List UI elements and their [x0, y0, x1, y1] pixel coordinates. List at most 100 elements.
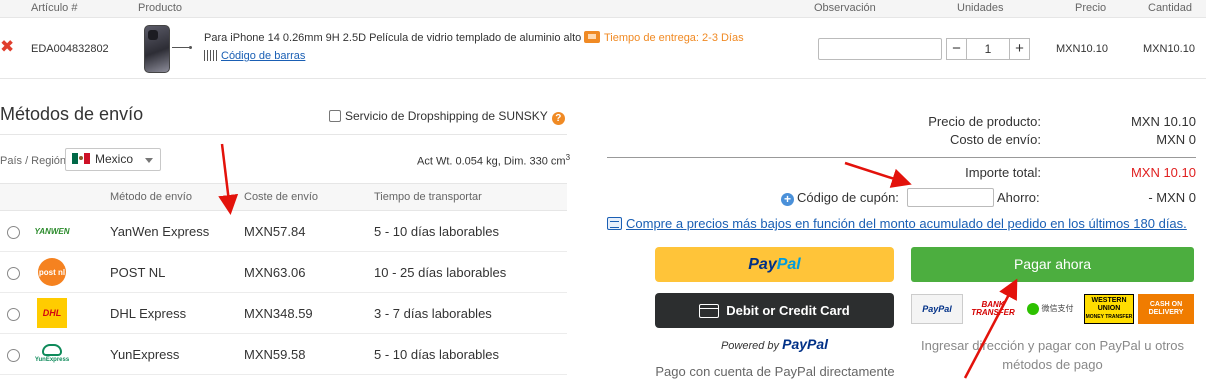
item-price: MXN10.10 — [1056, 43, 1108, 55]
pay-now-button[interactable]: Pagar ahora — [911, 247, 1194, 282]
coupon-label[interactable]: Código de cupón: — [797, 190, 899, 205]
wechat-icon — [1026, 303, 1039, 315]
paypal-logo-pay: Pay — [748, 255, 777, 273]
paypal-method-logo: PayPal — [911, 294, 963, 324]
col-units-header: Unidades — [957, 2, 1004, 14]
barcode-link[interactable]: Código de barras — [221, 50, 305, 62]
col-quantity-header: Cantidad — [1148, 2, 1193, 14]
shipping-cost: MXN348.59 — [244, 306, 313, 321]
paypal-note: Pago con cuenta de PayPal directamente — [655, 364, 895, 379]
observation-input[interactable] — [818, 38, 942, 60]
barcode-link-wrap[interactable]: Código de barras — [204, 50, 305, 62]
shipping-radio[interactable] — [7, 267, 20, 280]
decrease-quantity-button[interactable]: − — [947, 39, 967, 59]
product-thumbnail-line — [172, 46, 192, 49]
country-select[interactable]: Mexico — [65, 148, 161, 171]
shipping-time: 5 - 10 días laborables — [374, 224, 500, 239]
shipping-time: 3 - 7 días laborables — [374, 306, 492, 321]
debit-credit-card-button[interactable]: Debit or Credit Card — [655, 293, 894, 328]
cash-on-delivery-logo: CASH ON DELIVERY — [1138, 294, 1194, 324]
total-label: Importe total: — [965, 165, 1041, 180]
shipping-time: 10 - 25 días laborables — [374, 265, 507, 280]
quantity-stepper[interactable]: − 1 + — [946, 38, 1030, 60]
savings-value: - MXN 0 — [1148, 190, 1196, 205]
help-icon[interactable]: ? — [551, 112, 565, 125]
delivery-time: Tiempo de entrega: 2-3 Días — [584, 31, 744, 44]
shipping-cost: MXN59.58 — [244, 347, 306, 362]
calculator-icon — [607, 217, 622, 230]
savings-label: Ahorro: — [997, 190, 1040, 205]
delivery-time-text: Tiempo de entrega: 2-3 Días — [604, 32, 744, 44]
shipping-radio[interactable] — [7, 349, 20, 362]
shipping-cost-label: Costo de envío: — [949, 132, 1041, 147]
mexico-flag-icon — [72, 153, 90, 164]
payment-methods-logos: PayPal BANK TRANSFER 微信支付 WESTERN UNION M… — [911, 294, 1194, 324]
dropshipping-option[interactable]: Servicio de Dropshipping de SUNSKY? — [329, 109, 565, 125]
western-union-logo: WESTERN UNION MONEY TRANSFER — [1084, 294, 1134, 324]
package-weight-text: Act Wt. 0.054 kg, Dim. 330 cm — [417, 155, 566, 168]
total-value: MXN 10.10 — [1130, 165, 1196, 180]
shipping-cost: MXN63.06 — [244, 265, 306, 280]
yunexpress-logo: YunExpress — [34, 340, 70, 366]
shipping-method-name: YunExpress — [110, 347, 180, 362]
col-time-header: Tiempo de transportar — [374, 191, 482, 203]
shipping-method-name: YanWen Express — [110, 224, 210, 239]
western-union-subtext: MONEY TRANSFER — [1085, 314, 1133, 320]
item-subtotal: MXN10.10 — [1143, 43, 1195, 55]
col-article-header: Artículo # — [31, 2, 78, 14]
summary-divider — [607, 157, 1196, 158]
cloud-icon — [42, 343, 62, 356]
wechat-pay-text: 微信支付 — [1041, 304, 1074, 313]
shipping-time: 5 - 10 días laborables — [374, 347, 500, 362]
col-product-header: Producto — [138, 2, 183, 14]
shipping-methods-title: Métodos de envío — [0, 104, 144, 124]
divider — [0, 134, 567, 135]
card-button-label: Debit or Credit Card — [726, 303, 850, 318]
compare-prices-link[interactable]: Compre a precios más bajos en función de… — [626, 216, 1187, 231]
powered-by-text: Powered by — [720, 340, 780, 352]
postnl-logo: post nl — [38, 258, 66, 286]
item-sku: EDA004832802 — [31, 43, 109, 55]
powered-by-brand: PayPal — [782, 336, 829, 352]
col-observation-header: Observación — [814, 2, 876, 14]
arrow-to-coupon — [844, 161, 912, 188]
barcode-icon — [204, 50, 218, 61]
dropshipping-label[interactable]: Servicio de Dropshipping de SUNSKY — [345, 109, 548, 123]
dhl-logo: DHL — [37, 298, 67, 328]
payment-methods-note: Ingresar dirección y pagar con PayPal u … — [920, 338, 1185, 372]
region-label: País / Región: — [0, 155, 70, 167]
col-method-header: Método de envío — [110, 191, 192, 203]
col-price-header: Precio — [1075, 2, 1107, 14]
truck-icon — [584, 31, 600, 43]
yunexpress-logo-text: YunExpress — [34, 356, 70, 363]
western-union-text: WESTERN UNION — [1091, 297, 1127, 312]
product-price-label: Precio de producto: — [928, 114, 1041, 129]
yanwen-logo: YANWEN — [34, 226, 70, 236]
item-title[interactable]: Para iPhone 14 0.26mm 9H 2.5D Película d… — [204, 32, 581, 44]
coupon-label-wrap[interactable]: + Código de cupón: — [781, 190, 899, 206]
shipping-method-name: POST NL — [110, 265, 166, 280]
shipping-method-name: DHL Express — [110, 306, 187, 321]
shipping-radio[interactable] — [7, 308, 20, 321]
coupon-input[interactable] — [907, 188, 994, 207]
delete-item-icon[interactable]: ✖ — [0, 38, 14, 55]
shipping-radio[interactable] — [7, 226, 20, 239]
col-cost-header: Coste de envío — [244, 191, 318, 203]
package-weight: Act Wt. 0.054 kg, Dim. 330 cm3 — [417, 153, 570, 168]
chevron-down-icon — [145, 158, 153, 163]
country-value: Mexico — [95, 152, 134, 166]
powered-by-paypal: Powered by PayPal — [655, 336, 894, 352]
product-price-value: MXN 10.10 — [1130, 114, 1196, 129]
paypal-button[interactable]: Pay Pal — [655, 247, 894, 282]
add-coupon-icon[interactable]: + — [781, 193, 794, 206]
cubic-sup: 3 — [565, 153, 571, 162]
paypal-logo-pal: Pal — [776, 255, 801, 273]
dropshipping-checkbox[interactable] — [329, 110, 341, 122]
product-thumbnail[interactable] — [144, 25, 170, 73]
compare-prices[interactable]: Compre a precios más bajos en función de… — [607, 216, 1187, 231]
wechat-pay-logo: 微信支付 — [1024, 294, 1076, 324]
quantity-value[interactable]: 1 — [967, 39, 1009, 59]
increase-quantity-button[interactable]: + — [1009, 39, 1029, 59]
credit-card-icon — [699, 303, 720, 318]
shipping-cost: MXN57.84 — [244, 224, 306, 239]
